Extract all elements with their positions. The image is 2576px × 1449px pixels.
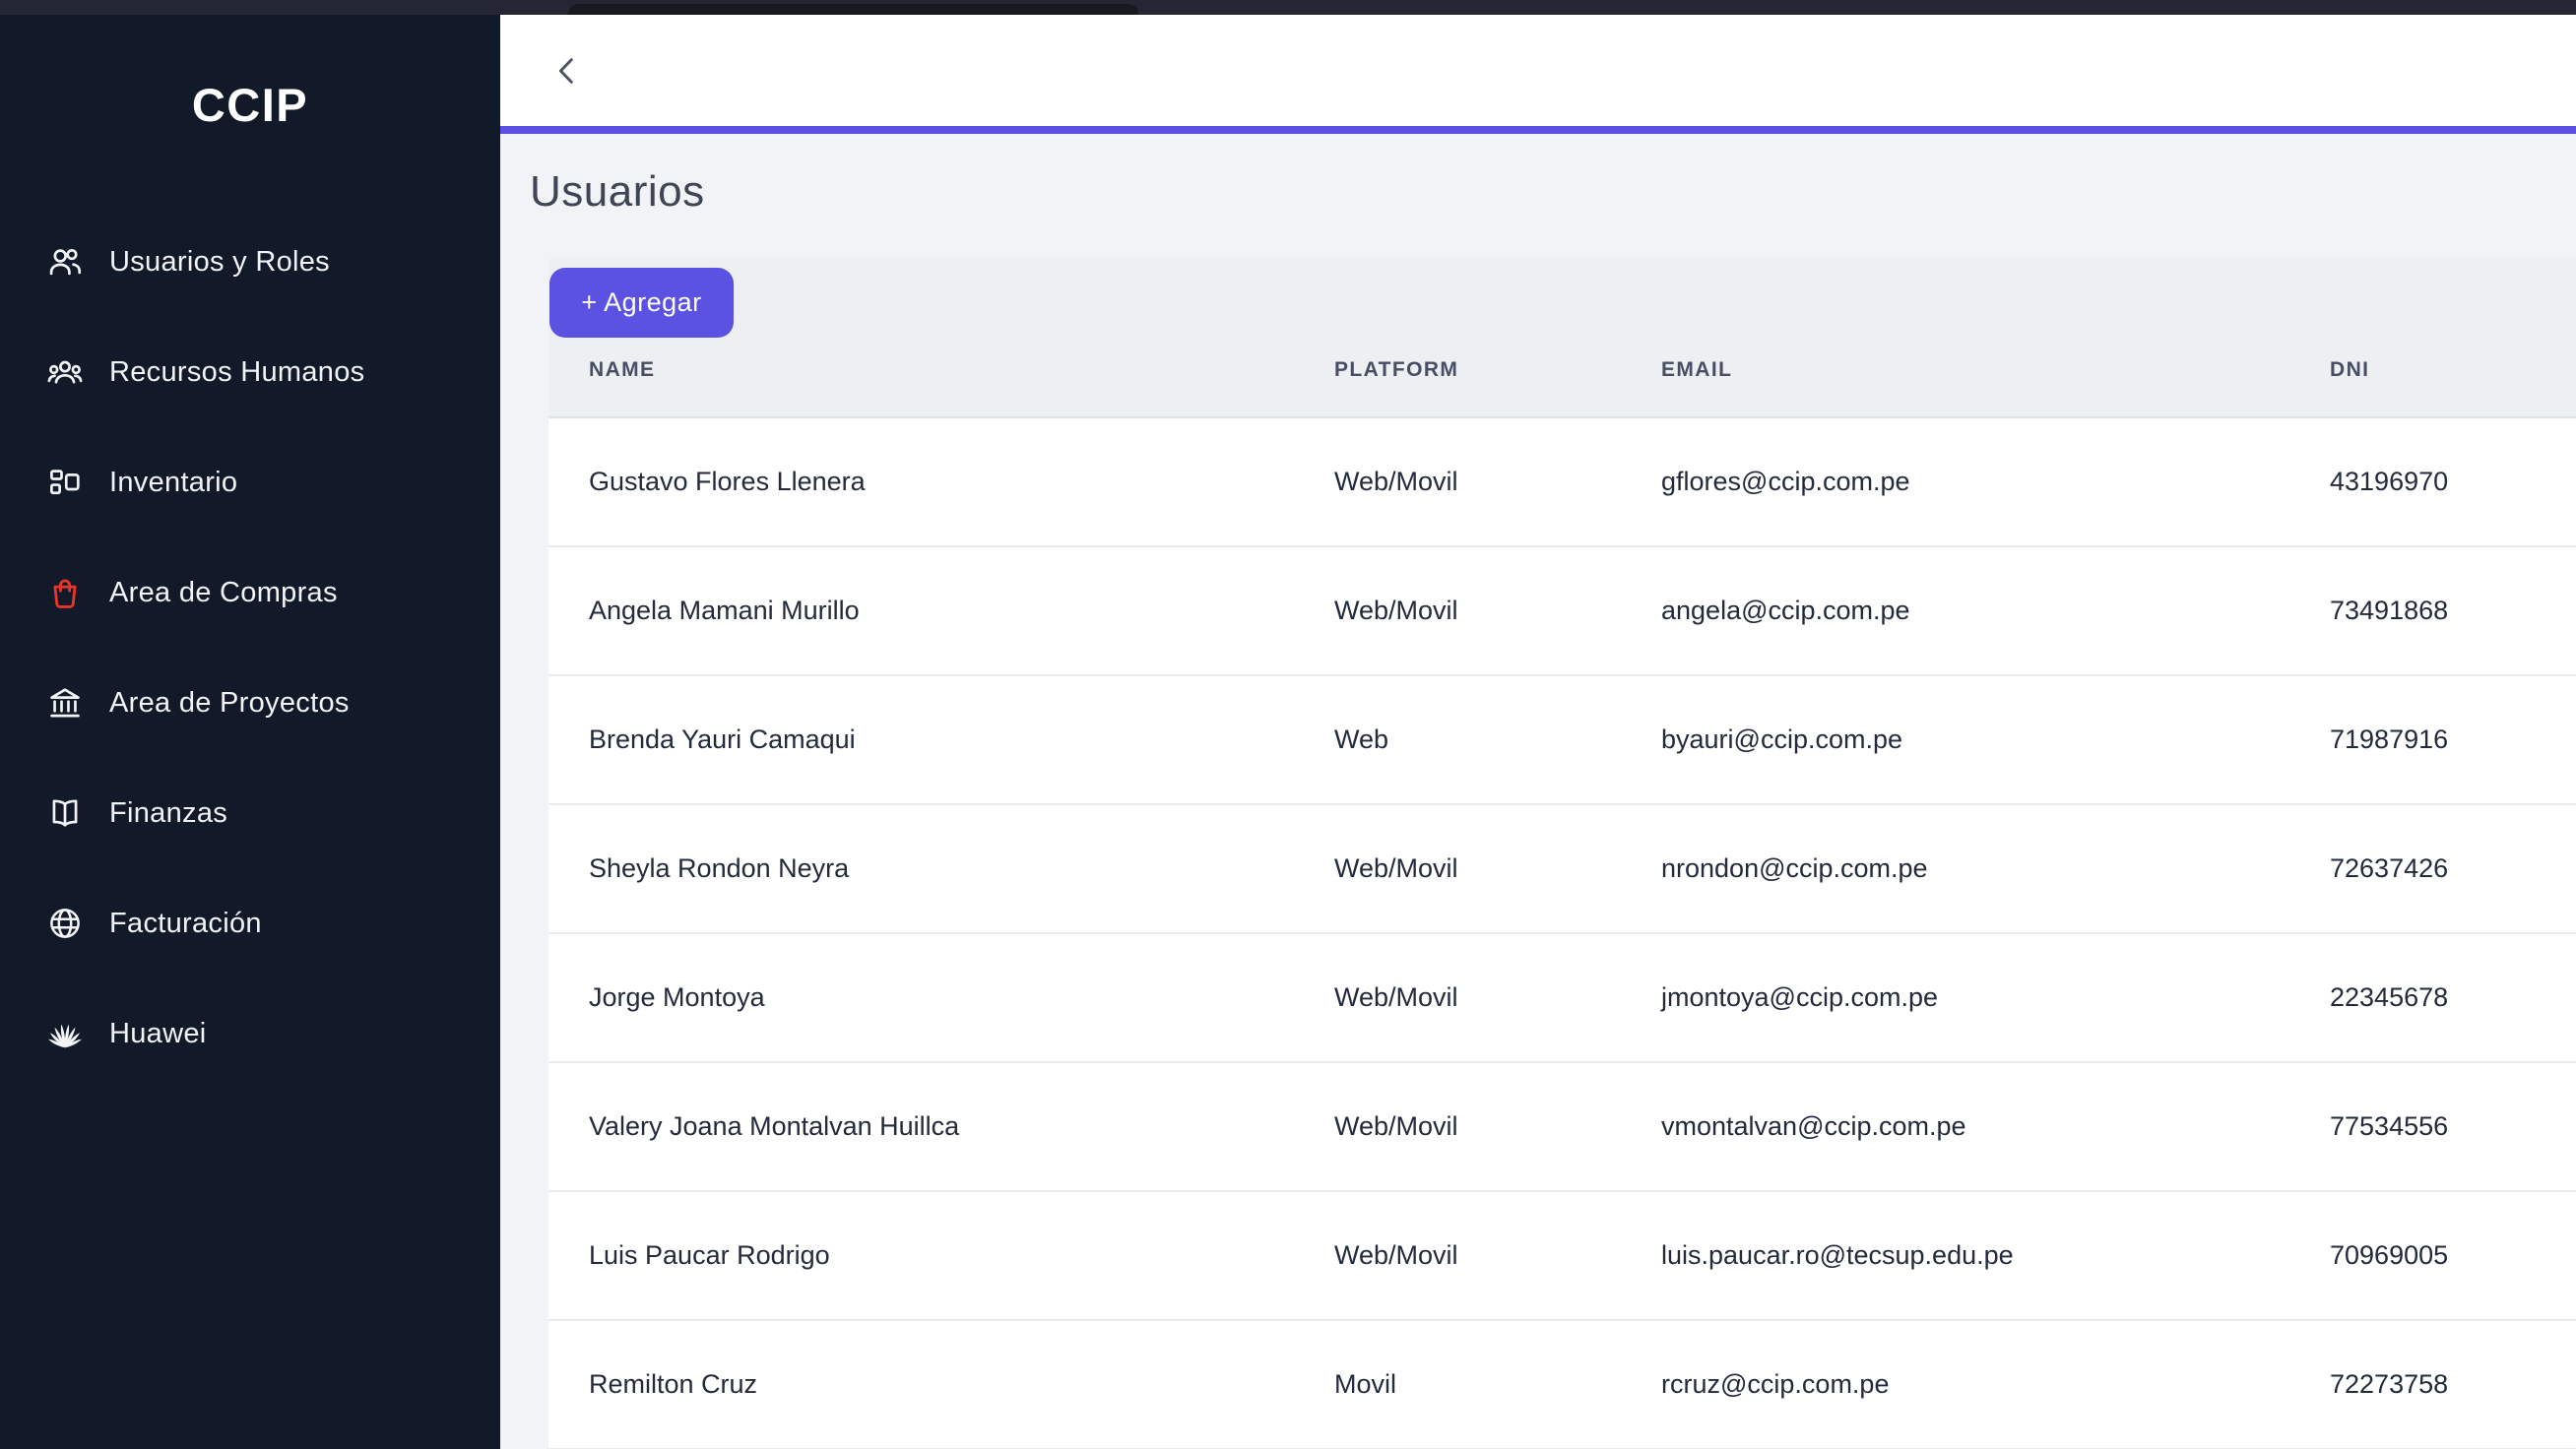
table-row[interactable]: Luis Paucar Rodrigo Web/Movil luis.pauca…	[548, 1192, 2576, 1321]
column-header-dni: DNI	[2330, 358, 2369, 382]
column-header-email: EMAIL	[1661, 358, 1732, 382]
back-button[interactable]	[549, 51, 585, 91]
sidebar-item-label: Huawei	[109, 1018, 207, 1050]
cell-platform: Web/Movil	[1334, 547, 1458, 674]
cell-name: Sheyla Rondon Neyra	[589, 805, 849, 932]
cell-email: gflores@ccip.com.pe	[1661, 418, 1910, 545]
content-area: Usuarios + Agregar NAME PLATFORM EMAIL D…	[500, 134, 2576, 1449]
cell-name: Angela Mamani Murillo	[589, 547, 860, 674]
table-row[interactable]: Gustavo Flores Llenera Web/Movil gflores…	[548, 418, 2576, 547]
sidebar-item-label: Usuarios y Roles	[109, 246, 330, 279]
cell-dni: 77534556	[2330, 1063, 2448, 1190]
cell-platform: Web/Movil	[1334, 1063, 1458, 1190]
inventory-icon	[46, 464, 84, 501]
cell-dni: 72637426	[2330, 805, 2448, 932]
cell-email: jmontoya@ccip.com.pe	[1661, 934, 1938, 1061]
sidebar-item-label: Finanzas	[109, 797, 227, 830]
accent-divider	[500, 126, 2576, 134]
cell-platform: Movil	[1334, 1321, 1396, 1448]
table-row[interactable]: Valery Joana Montalvan Huillca Web/Movil…	[548, 1063, 2576, 1192]
cell-email: luis.paucar.ro@tecsup.edu.pe	[1661, 1192, 2014, 1319]
sidebar-item-area-de-proyectos[interactable]: Area de Proyectos	[0, 678, 500, 727]
cell-dni: 71987916	[2330, 676, 2448, 803]
sidebar-item-inventario[interactable]: Inventario	[0, 458, 500, 507]
page-title: Usuarios	[530, 169, 705, 215]
huawei-icon	[46, 1015, 84, 1052]
chevron-left-icon	[549, 51, 585, 91]
cell-platform: Web	[1334, 676, 1388, 803]
cell-email: byauri@ccip.com.pe	[1661, 676, 1902, 803]
sidebar-item-label: Inventario	[109, 467, 237, 499]
main-area: Usuarios + Agregar NAME PLATFORM EMAIL D…	[500, 15, 2576, 1449]
cell-email: angela@ccip.com.pe	[1661, 547, 1910, 674]
sidebar-item-recursos-humanos[interactable]: Recursos Humanos	[0, 347, 500, 397]
cell-email: nrondon@ccip.com.pe	[1661, 805, 1928, 932]
sidebar-item-finanzas[interactable]: Finanzas	[0, 788, 500, 838]
cell-dni: 72273758	[2330, 1321, 2448, 1448]
sidebar-item-label: Recursos Humanos	[109, 356, 364, 389]
sidebar-item-facturaci-n[interactable]: Facturación	[0, 899, 500, 948]
brand-logo: CCIP	[0, 82, 500, 129]
cell-dni: 73491868	[2330, 547, 2448, 674]
group-icon	[46, 353, 84, 391]
cell-name: Luis Paucar Rodrigo	[589, 1192, 830, 1319]
globe-icon	[46, 905, 84, 942]
cell-name: Brenda Yauri Camaqui	[589, 676, 856, 803]
sidebar-item-huawei[interactable]: Huawei	[0, 1009, 500, 1058]
table-row[interactable]: Jorge Montoya Web/Movil jmontoya@ccip.co…	[548, 934, 2576, 1063]
users-icon	[46, 243, 84, 281]
table-body: Gustavo Flores Llenera Web/Movil gflores…	[548, 418, 2576, 1449]
cell-name: Remilton Cruz	[589, 1321, 757, 1448]
cell-email: rcruz@ccip.com.pe	[1661, 1321, 1889, 1448]
cell-email: vmontalvan@ccip.com.pe	[1661, 1063, 1966, 1190]
bank-icon	[46, 684, 84, 722]
sidebar-nav: Usuarios y Roles Recursos Humanos Invent…	[0, 237, 500, 1058]
cell-platform: Web/Movil	[1334, 934, 1458, 1061]
browser-tab	[568, 4, 1138, 15]
sidebar-item-label: Area de Proyectos	[109, 687, 350, 720]
sidebar-item-area-de-compras[interactable]: Area de Compras	[0, 568, 500, 617]
book-icon	[46, 794, 84, 832]
cell-name: Jorge Montoya	[589, 934, 765, 1061]
sidebar-item-label: Facturación	[109, 908, 262, 940]
column-header-name: NAME	[589, 358, 655, 382]
cell-name: Gustavo Flores Llenera	[589, 418, 866, 545]
cell-dni: 43196970	[2330, 418, 2448, 545]
table-header-row: NAME PLATFORM EMAIL DNI	[548, 259, 2576, 418]
cell-platform: Web/Movil	[1334, 805, 1458, 932]
cell-platform: Web/Movil	[1334, 1192, 1458, 1319]
table-row[interactable]: Brenda Yauri Camaqui Web byauri@ccip.com…	[548, 676, 2576, 805]
shopping-bag-icon	[46, 574, 84, 611]
table-row[interactable]: Remilton Cruz Movil rcruz@ccip.com.pe 72…	[548, 1321, 2576, 1449]
cell-dni: 70969005	[2330, 1192, 2448, 1319]
sidebar-item-label: Area de Compras	[109, 577, 338, 609]
top-bar	[0, 0, 2576, 15]
cell-platform: Web/Movil	[1334, 418, 1458, 545]
users-table-card: + Agregar NAME PLATFORM EMAIL DNI Gustav…	[548, 259, 2576, 1449]
page-header	[500, 15, 2576, 126]
cell-name: Valery Joana Montalvan Huillca	[589, 1063, 959, 1190]
column-header-platform: PLATFORM	[1334, 358, 1458, 382]
sidebar-item-usuarios-y-roles[interactable]: Usuarios y Roles	[0, 237, 500, 286]
sidebar: CCIP Usuarios y Roles Recursos Humanos I…	[0, 15, 500, 1449]
table-row[interactable]: Sheyla Rondon Neyra Web/Movil nrondon@cc…	[548, 805, 2576, 934]
cell-dni: 22345678	[2330, 934, 2448, 1061]
table-row[interactable]: Angela Mamani Murillo Web/Movil angela@c…	[548, 547, 2576, 676]
